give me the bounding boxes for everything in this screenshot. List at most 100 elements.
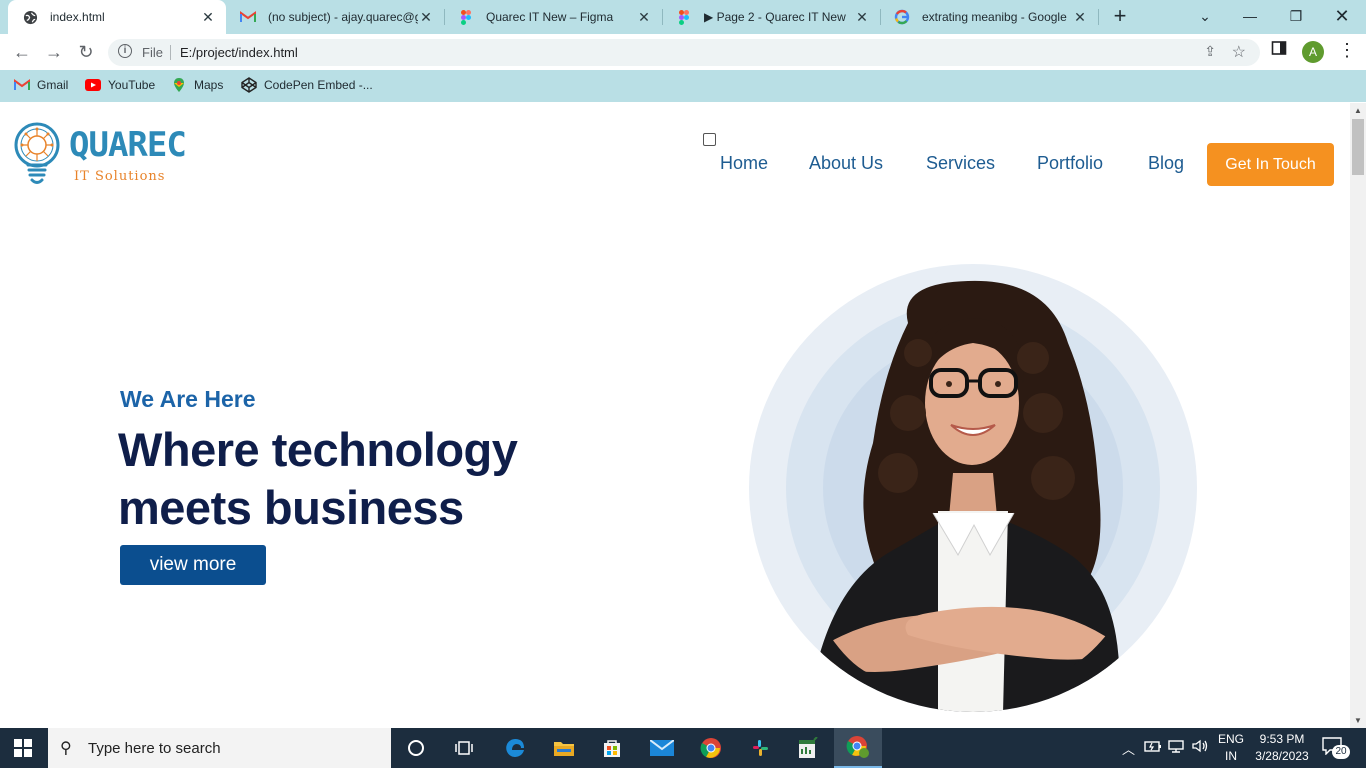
- bookmark-codepen[interactable]: CodePen Embed -...: [241, 77, 373, 93]
- tab-figma-page2[interactable]: ▶ Page 2 - Quarec IT New ✕: [662, 0, 880, 34]
- restore-button[interactable]: ❐: [1276, 3, 1316, 29]
- tab-index-html[interactable]: index.html ✕: [8, 0, 226, 34]
- nav-home[interactable]: Home: [720, 153, 768, 174]
- get-in-touch-button[interactable]: Get In Touch: [1207, 143, 1334, 186]
- search-placeholder: Type here to search: [88, 740, 221, 757]
- windows-start-icon[interactable]: [14, 739, 32, 757]
- hero-headline-line-1: Where technology: [118, 423, 518, 476]
- maps-icon: [171, 77, 187, 93]
- nav-portfolio[interactable]: Portfolio: [1037, 153, 1103, 174]
- tab-figma[interactable]: Quarec IT New – Figma ✕: [444, 0, 662, 34]
- bookmark-maps[interactable]: Maps: [171, 77, 223, 93]
- bookmark-youtube[interactable]: YouTube: [85, 77, 155, 93]
- web-page: QUAREC IT Solutions Home About Us Servic…: [0, 103, 1350, 728]
- close-tab-icon[interactable]: ✕: [1072, 9, 1088, 26]
- hero-headline: Where technology meets business: [118, 421, 518, 537]
- close-tab-icon[interactable]: ✕: [200, 9, 216, 26]
- nav-services[interactable]: Services: [926, 153, 995, 174]
- clock-date: 3/28/2023: [1255, 749, 1309, 763]
- bookmark-label: CodePen Embed -...: [264, 78, 373, 92]
- system-clock[interactable]: 9:53 PM 3/28/2023: [1252, 731, 1312, 765]
- scroll-down-arrow-icon[interactable]: ▼: [1354, 716, 1362, 725]
- bookmark-gmail[interactable]: Gmail: [14, 77, 68, 93]
- scrollbar-thumb[interactable]: [1352, 119, 1364, 175]
- side-panel-icon[interactable]: [1271, 40, 1287, 61]
- clock-time: 9:53 PM: [1259, 732, 1305, 746]
- logo-tagline: IT Solutions: [74, 169, 166, 184]
- close-tab-icon[interactable]: ✕: [854, 9, 870, 26]
- chrome-icon[interactable]: [687, 728, 735, 768]
- logo-wordmark: QUAREC: [69, 125, 187, 165]
- volume-icon[interactable]: [1192, 739, 1210, 756]
- tab-title: (no subject) - ajay.quarec@gmail: [268, 10, 418, 24]
- bookmarks-bar: Gmail YouTube Maps CodePen Embed -...: [0, 70, 1366, 102]
- notepad-chart-icon[interactable]: [784, 728, 832, 768]
- reload-icon[interactable]: ↻: [74, 40, 98, 64]
- edge-browser-icon[interactable]: [491, 728, 539, 768]
- share-icon[interactable]: ⇪: [1204, 43, 1216, 60]
- region-code: IN: [1225, 749, 1237, 763]
- figma-icon: [676, 9, 692, 25]
- scroll-up-arrow-icon[interactable]: ▲: [1354, 106, 1362, 115]
- page-scrollbar[interactable]: ▲ ▼: [1350, 103, 1366, 728]
- nav-about-us[interactable]: About Us: [809, 153, 883, 174]
- tab-search-chevron-icon[interactable]: ⌄: [1185, 3, 1225, 29]
- url-text[interactable]: E:/project/index.html: [180, 45, 298, 60]
- close-window-button[interactable]: ✕: [1322, 3, 1362, 29]
- windows-taskbar: ⚲ Type here to search ︿ ENG IN 9:53 PM 3…: [0, 728, 1366, 768]
- task-view-icon[interactable]: [440, 728, 488, 768]
- bulb-logo-icon: [14, 122, 60, 184]
- google-icon: [894, 9, 910, 25]
- mail-icon[interactable]: [638, 728, 686, 768]
- slack-icon[interactable]: [736, 728, 784, 768]
- close-tab-icon[interactable]: ✕: [636, 9, 652, 26]
- network-icon[interactable]: [1168, 739, 1186, 756]
- globe-icon: [22, 9, 38, 25]
- show-hidden-icons-chevron-icon[interactable]: ︿: [1122, 739, 1135, 758]
- microsoft-store-icon[interactable]: [588, 728, 636, 768]
- bookmark-star-icon[interactable]: ☆: [1232, 42, 1246, 62]
- notification-count-badge: 20: [1332, 745, 1350, 759]
- new-tab-button[interactable]: +: [1108, 5, 1132, 29]
- more-menu-icon[interactable]: ⋮: [1338, 40, 1356, 61]
- tab-google-search[interactable]: extrating meanibg - Google ✕: [880, 0, 1098, 34]
- tab-divider: [1098, 9, 1099, 25]
- profile-avatar[interactable]: A: [1302, 41, 1324, 63]
- hero-eyebrow: We Are Here: [120, 386, 256, 412]
- bookmark-label: Maps: [194, 78, 224, 92]
- tab-gmail[interactable]: (no subject) - ajay.quarec@gmail ✕: [226, 0, 444, 34]
- cortana-icon[interactable]: [392, 728, 440, 768]
- browser-tab-strip: index.html ✕ (no subject) - ajay.quarec@…: [0, 0, 1366, 34]
- hero-headline-line-2: meets business: [118, 481, 464, 534]
- quarec-logo[interactable]: QUAREC IT Solutions: [14, 117, 187, 191]
- input-language-indicator[interactable]: ENG IN: [1218, 731, 1244, 765]
- address-bar[interactable]: i File E:/project/index.html ⇪ ☆: [108, 39, 1260, 66]
- close-tab-icon[interactable]: ✕: [418, 9, 434, 26]
- taskbar-search-box[interactable]: ⚲ Type here to search: [48, 728, 391, 768]
- site-info-icon[interactable]: i: [118, 44, 132, 58]
- tab-title: Quarec IT New – Figma: [486, 10, 614, 24]
- tab-title: ▶ Page 2 - Quarec IT New: [704, 10, 846, 24]
- notification-center-icon[interactable]: 20: [1322, 737, 1350, 759]
- chrome-profile-icon[interactable]: [834, 728, 882, 768]
- figma-icon: [458, 9, 474, 25]
- url-scheme-label: File: [142, 45, 163, 60]
- view-more-button[interactable]: view more: [120, 545, 266, 585]
- codepen-icon: [241, 77, 257, 93]
- search-icon: ⚲: [60, 740, 72, 757]
- url-divider: [170, 45, 171, 60]
- youtube-icon: [85, 77, 101, 93]
- tab-title: extrating meanibg - Google: [922, 10, 1067, 24]
- battery-icon[interactable]: [1144, 739, 1162, 756]
- hero-portrait-image: [749, 264, 1197, 712]
- minimize-button[interactable]: —: [1230, 3, 1270, 29]
- language-code: ENG: [1218, 732, 1245, 746]
- bookmark-label: YouTube: [108, 78, 156, 92]
- forward-arrow-icon[interactable]: →: [42, 40, 66, 64]
- gmail-icon: [240, 9, 256, 25]
- file-explorer-icon[interactable]: [540, 728, 588, 768]
- gmail-icon: [14, 77, 30, 93]
- back-arrow-icon[interactable]: ←: [10, 40, 34, 64]
- menu-toggle-checkbox[interactable]: [703, 133, 716, 146]
- nav-blog[interactable]: Blog: [1148, 153, 1184, 174]
